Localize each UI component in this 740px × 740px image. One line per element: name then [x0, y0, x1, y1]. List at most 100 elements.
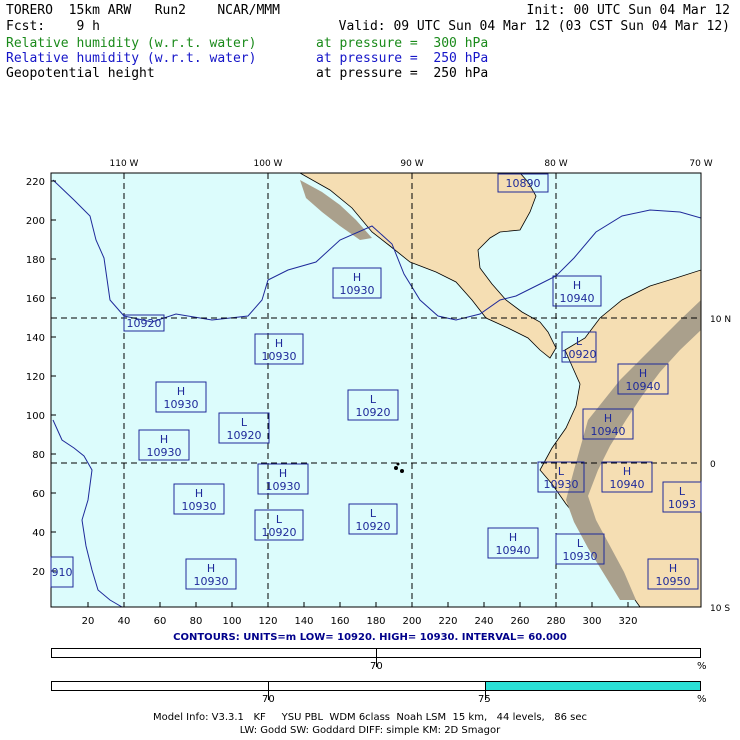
center-value: 10930 — [266, 480, 301, 493]
center-value: 10940 — [591, 425, 626, 438]
bar2-label-75: 75 — [478, 694, 491, 705]
center-value: 10930 — [164, 398, 199, 411]
center-value: 10920 — [262, 526, 297, 539]
center-value: 10930 — [147, 446, 182, 459]
center-value: 910 — [52, 566, 73, 579]
center-type: L — [558, 465, 565, 478]
bar1-label-pct: % — [697, 661, 707, 672]
center-type: H — [353, 271, 361, 284]
weather-map: 110 W 100 W 90 W 80 W 70 W 10 N 0 10 S 220 200 1… — [26, 159, 731, 627]
x-tick-label: 320 — [618, 616, 637, 627]
center-type: H — [623, 465, 631, 478]
y-tick-label: 220 — [26, 177, 45, 188]
center-type: H — [573, 279, 581, 292]
y-tick-label: 180 — [26, 255, 45, 266]
bar2-label-pct: % — [697, 694, 707, 705]
y-tick-label: 80 — [32, 450, 45, 461]
field-2-name: Relative humidity (w.r.t. water) — [6, 51, 257, 66]
y-tick-label: 140 — [26, 333, 45, 344]
x-tick-label: 80 — [190, 616, 203, 627]
lon-label: 100 W — [254, 159, 283, 169]
x-tick-label: 220 — [438, 616, 457, 627]
center-value: 10890 — [506, 177, 541, 190]
center-value: 10940 — [560, 292, 595, 305]
center-value: 1093 — [668, 498, 696, 511]
center-value: 10930 — [563, 550, 598, 563]
center-value: 10920 — [356, 520, 391, 533]
x-tick-label: 60 — [154, 616, 167, 627]
center-type: H — [195, 487, 203, 500]
center-value: 10920 — [562, 348, 597, 361]
y-tick-label: 20 — [32, 567, 45, 578]
center-type: L — [576, 335, 583, 348]
x-tick-label: 200 — [402, 616, 421, 627]
init-time: Init: 00 UTC Sun 04 Mar 12 — [526, 3, 731, 18]
model-title: TORERO 15km ARW Run2 NCAR/MMM — [6, 3, 280, 18]
center-type: L — [370, 507, 377, 520]
center-type: L — [679, 485, 686, 498]
center-type: H — [604, 412, 612, 425]
y-tick-label: 100 — [26, 411, 45, 422]
lat-label: 10 S — [710, 604, 730, 614]
x-tick-label: 260 — [510, 616, 529, 627]
center-value: 10940 — [610, 478, 645, 491]
x-tick-label: 160 — [330, 616, 349, 627]
x-tick-label: 140 — [294, 616, 313, 627]
lon-label: 80 W — [544, 159, 567, 169]
forecast-hour: Fcst: 9 h — [6, 19, 100, 34]
center-value: 10920 — [127, 317, 162, 330]
center-type: H — [207, 562, 215, 575]
center-value: 10930 — [340, 284, 375, 297]
bar2-label-70: 70 — [262, 694, 275, 705]
center-value: 10930 — [182, 500, 217, 513]
field-1-name: Relative humidity (w.r.t. water) — [6, 36, 257, 51]
x-tick-label: 100 — [222, 616, 241, 627]
lon-label: 90 W — [400, 159, 423, 169]
y-tick-label: 40 — [32, 528, 45, 539]
x-tick-label: 240 — [474, 616, 493, 627]
center-value: 10930 — [544, 478, 579, 491]
center-type: L — [241, 416, 248, 429]
center-value: 10920 — [356, 406, 391, 419]
field-2-level: at pressure = 250 hPa — [316, 51, 489, 66]
center-type: H — [509, 531, 517, 544]
model-info: Model Info: V3.3.1 KF YSU PBL WDM 6class… — [152, 712, 588, 723]
valid-time: Valid: 09 UTC Sun 04 Mar 12 (03 CST Sun … — [338, 19, 730, 34]
center-type: H — [160, 433, 168, 446]
center-value: 10940 — [626, 380, 661, 393]
bar1-label-70: 70 — [370, 661, 383, 672]
lat-label: 10 N — [710, 315, 731, 325]
x-tick-label: 300 — [582, 616, 601, 627]
x-tick-label: 40 — [118, 616, 131, 627]
center-type: H — [639, 367, 647, 380]
lon-label: 70 W — [689, 159, 712, 169]
center-type: L — [370, 393, 377, 406]
center-type: L — [577, 537, 584, 550]
y-tick-label: 160 — [26, 294, 45, 305]
contours-info: CONTOURS: UNITS=m LOW= 10920. HIGH= 1093… — [173, 632, 567, 643]
x-tick-label: 20 — [82, 616, 95, 627]
center-type: H — [669, 562, 677, 575]
rh-250-colorbar — [51, 681, 701, 700]
lon-label: 110 W — [110, 159, 139, 169]
field-3-level: at pressure = 250 hPa — [316, 66, 489, 81]
x-tick-label: 120 — [258, 616, 277, 627]
island — [394, 466, 398, 470]
y-tick-label: 120 — [26, 372, 45, 383]
center-value: 10930 — [262, 350, 297, 363]
center-value: 10940 — [496, 544, 531, 557]
center-type: H — [279, 467, 287, 480]
x-tick-label: 280 — [546, 616, 565, 627]
x-tick-label: 180 — [366, 616, 385, 627]
field-1-level: at pressure = 300 hPa — [316, 36, 489, 51]
rh-300-colorbar — [51, 648, 701, 667]
pressure-center-value: 10920 — [123, 314, 165, 332]
center-type: H — [177, 385, 185, 398]
center-value: 10930 — [194, 575, 229, 588]
center-type: L — [276, 513, 283, 526]
y-tick-label: 60 — [32, 489, 45, 500]
lat-label: 0 — [710, 460, 716, 470]
center-value: 10920 — [227, 429, 262, 442]
center-type: H — [275, 337, 283, 350]
physics-info: LW: Godd SW: Goddard DIFF: simple KM: 2D… — [239, 725, 501, 736]
